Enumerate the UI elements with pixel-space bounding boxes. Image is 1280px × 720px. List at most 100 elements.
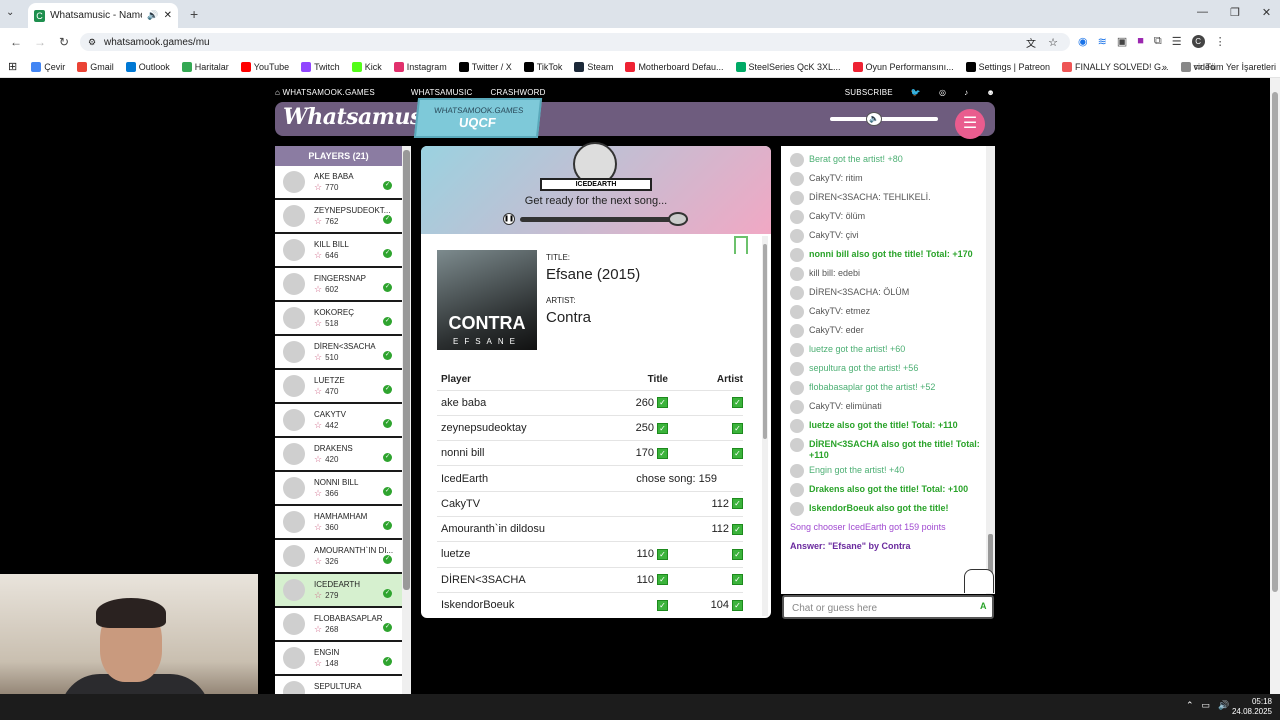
- round-scrollbar[interactable]: [762, 236, 768, 616]
- crashword-link[interactable]: CRASHWORD: [490, 88, 545, 97]
- bookmark-item[interactable]: SteelSeries QcK 3XL...: [735, 61, 841, 72]
- player-row[interactable]: SEPULTURA ☆: [275, 676, 402, 694]
- tray-chevron-icon[interactable]: ⌃: [1186, 700, 1194, 711]
- tab-search-icon[interactable]: ⌄: [6, 7, 14, 18]
- more-bookmarks-icon[interactable]: »: [1162, 62, 1167, 72]
- bookmark-item[interactable]: Motherboard Defau...: [625, 61, 724, 72]
- bookmark-item[interactable]: Gmail: [77, 61, 114, 72]
- player-name: KILL BILL: [314, 240, 349, 249]
- player-row[interactable]: DRAKENS ☆ 420 ✓: [275, 438, 402, 472]
- bookmark-item[interactable]: Oyun Performansını...: [852, 61, 954, 72]
- tiktok-icon[interactable]: ♪: [964, 88, 968, 97]
- volume-slider[interactable]: [830, 117, 938, 121]
- bookmark-item[interactable]: FINALLY SOLVED! G...: [1061, 61, 1169, 72]
- site-info-icon[interactable]: ⚙: [88, 37, 96, 48]
- pause-icon[interactable]: ❚❚: [503, 213, 515, 225]
- player-row[interactable]: CAKYTV ☆ 442 ✓: [275, 404, 402, 438]
- send-icon[interactable]: A: [980, 601, 987, 611]
- bookmark-item[interactable]: Twitter / X: [458, 61, 512, 72]
- close-window-icon[interactable]: ✕: [1262, 6, 1271, 19]
- bookmark-item[interactable]: Settings | Patreon: [965, 61, 1050, 72]
- chat-scrollbar[interactable]: [986, 146, 995, 594]
- song-progress-bar[interactable]: [520, 217, 688, 222]
- tab-close-icon[interactable]: ✕: [164, 10, 172, 21]
- extension-icon-3[interactable]: ▣: [1117, 35, 1127, 48]
- instagram-icon[interactable]: ◎: [939, 88, 946, 97]
- minimize-icon[interactable]: —: [1197, 6, 1208, 19]
- hamburger-menu-button[interactable]: ☰: [955, 109, 985, 139]
- chat-input[interactable]: Chat or guess here: [782, 595, 994, 619]
- song-artist: Contra: [546, 309, 592, 326]
- player-row[interactable]: HAMHAMHAM ☆ 360 ✓: [275, 506, 402, 540]
- reading-list-icon[interactable]: ☰: [1172, 35, 1182, 48]
- row-player: zeynepsudeoktay: [437, 414, 610, 441]
- player-score: 268: [325, 625, 339, 634]
- volume-knob-icon[interactable]: 🔈: [866, 112, 882, 126]
- tab-title: Whatsamusic - Name That: [50, 10, 142, 21]
- player-row[interactable]: ENGIN ☆ 148 ✓: [275, 642, 402, 676]
- player-row[interactable]: DİREN<3SACHA ☆ 510 ✓: [275, 336, 402, 370]
- page-scrollbar[interactable]: [1270, 78, 1280, 694]
- players-scroll-thumb[interactable]: [403, 150, 410, 590]
- player-row[interactable]: FINGERSNAP ☆ 602 ✓: [275, 268, 402, 302]
- player-row[interactable]: KILL BILL ☆ 646 ✓: [275, 234, 402, 268]
- chat-text: kill bill: edebi: [809, 268, 861, 278]
- player-row[interactable]: FLOBABASAPLAR ☆ 268 ✓: [275, 608, 402, 642]
- site-top-nav: ⌂ WHATSAMOOK.GAMES WHATSAMUSIC CRASHWORD…: [275, 84, 995, 100]
- home-link[interactable]: ⌂ WHATSAMOOK.GAMES: [275, 88, 393, 97]
- extension-icon-2[interactable]: ≋: [1098, 35, 1107, 48]
- bookmark-song-icon[interactable]: [734, 236, 748, 254]
- player-row[interactable]: NONNI BILL ☆ 366 ✓: [275, 472, 402, 506]
- network-icon[interactable]: ▭: [1202, 700, 1211, 711]
- translate-icon[interactable]: 文: [1026, 35, 1036, 50]
- bookmark-item[interactable]: Outlook: [125, 61, 170, 72]
- reload-icon[interactable]: ↻: [56, 35, 72, 49]
- player-row[interactable]: KOKOREÇ ☆ 518 ✓: [275, 302, 402, 336]
- emoji-tab[interactable]: [964, 569, 994, 593]
- restore-icon[interactable]: ❐: [1230, 6, 1240, 19]
- chat-text: CakyTV: çivi: [809, 230, 859, 240]
- room-code-badge[interactable]: WHATSAMOOK.GAMES UQCF: [413, 98, 543, 138]
- player-row[interactable]: AKE BABA ☆ 770 ✓: [275, 166, 402, 200]
- chat-message: luetze got the artist! +60: [781, 342, 995, 361]
- browser-menu-icon[interactable]: ⋮: [1215, 35, 1226, 48]
- player-row[interactable]: AMOURANTH`IN DI... ☆ 326 ✓: [275, 540, 402, 574]
- forward-icon[interactable]: →: [32, 35, 48, 49]
- extensions-puzzle-icon[interactable]: ⧉: [1154, 35, 1162, 48]
- star-icon: ☆: [314, 284, 323, 294]
- bookmark-item[interactable]: Çevir: [31, 61, 65, 72]
- extension-icon-1[interactable]: ◉: [1078, 35, 1088, 48]
- player-row[interactable]: LUETZE ☆ 470 ✓: [275, 370, 402, 404]
- apps-grid-icon[interactable]: ⊞: [8, 60, 17, 73]
- extension-icon-4[interactable]: ■: [1137, 35, 1144, 48]
- bookmark-star-icon[interactable]: ☆: [1048, 36, 1058, 49]
- discord-icon[interactable]: ☻: [986, 88, 995, 97]
- clock[interactable]: 05:18 24.08.2025: [1232, 697, 1272, 717]
- twitter-icon[interactable]: 🐦: [911, 88, 921, 97]
- back-icon[interactable]: ←: [8, 35, 24, 49]
- progress-handle[interactable]: [668, 212, 688, 226]
- speaker-icon[interactable]: 🔊: [1218, 700, 1229, 711]
- player-name: SEPULTURA: [314, 682, 362, 691]
- bookmark-item[interactable]: TikTok: [523, 61, 562, 72]
- player-row[interactable]: ICEDEARTH ☆ 279 ✓: [275, 574, 402, 608]
- bookmark-item[interactable]: Twitch: [301, 61, 340, 72]
- bookmark-item[interactable]: Kick: [351, 61, 382, 72]
- address-bar[interactable]: ⚙ whatsamook.games/mu 文 ☆: [80, 33, 1070, 51]
- subscribe-link[interactable]: SUBSCRIBE: [845, 88, 893, 97]
- new-tab-icon[interactable]: +: [190, 6, 198, 22]
- bookmark-item[interactable]: Steam: [574, 61, 613, 72]
- page-scroll-thumb[interactable]: [1272, 92, 1278, 592]
- bookmark-item[interactable]: Haritalar: [181, 61, 229, 72]
- profile-avatar[interactable]: C: [1191, 35, 1205, 48]
- chooser-nameplate: ICEDEARTH: [540, 178, 652, 191]
- players-scrollbar[interactable]: [402, 146, 411, 694]
- player-avatar: [283, 307, 305, 329]
- browser-tab[interactable]: C Whatsamusic - Name That 🔊 ✕: [28, 3, 178, 28]
- all-bookmarks-folder[interactable]: ▭ Tüm Yer İşaretleri: [1194, 61, 1276, 72]
- round-scroll-thumb[interactable]: [763, 244, 767, 439]
- bookmark-item[interactable]: YouTube: [240, 61, 289, 72]
- bookmark-item[interactable]: Instagram: [393, 61, 447, 72]
- whatsamusic-link[interactable]: WHATSAMUSIC: [411, 88, 473, 97]
- player-row[interactable]: ZEYNEPSUDEOKT... ☆ 762 ✓: [275, 200, 402, 234]
